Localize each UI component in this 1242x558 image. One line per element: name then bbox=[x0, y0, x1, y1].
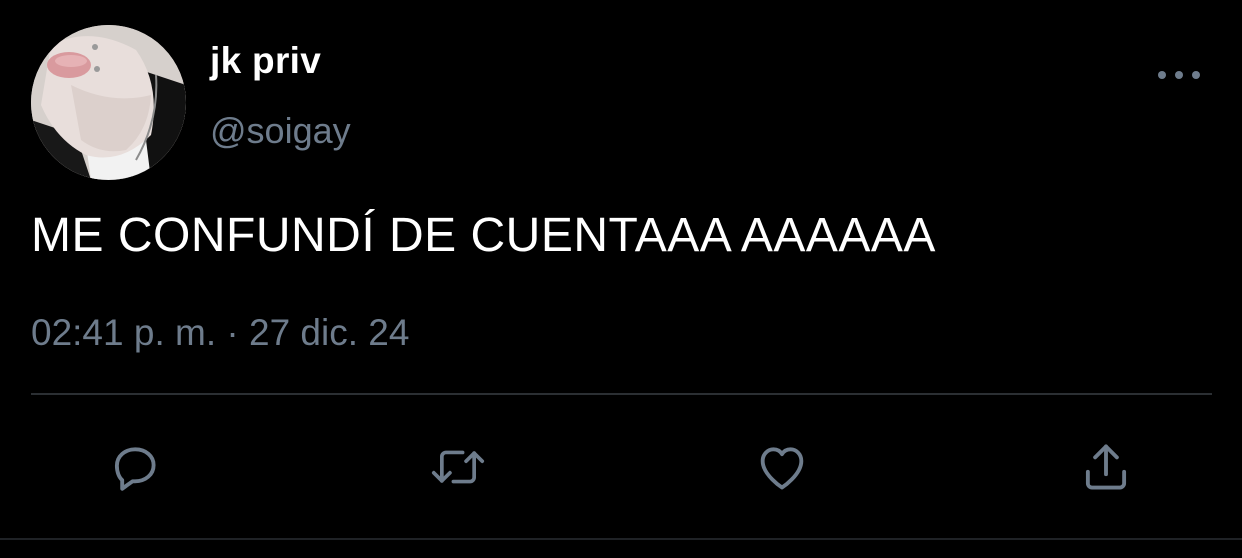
divider bbox=[0, 538, 1242, 540]
like-button[interactable] bbox=[752, 437, 812, 497]
tweet-timestamp[interactable]: 02:41 p. m. · 27 dic. 24 bbox=[31, 312, 409, 354]
retweet-button[interactable] bbox=[428, 437, 488, 497]
reply-icon bbox=[114, 447, 156, 491]
more-dot bbox=[1158, 71, 1166, 79]
reply-button[interactable] bbox=[105, 437, 165, 497]
heart-icon bbox=[760, 447, 804, 490]
share-icon bbox=[1085, 444, 1127, 490]
display-name[interactable]: jk priv bbox=[210, 40, 321, 82]
more-dot bbox=[1175, 71, 1183, 79]
more-icon[interactable] bbox=[1158, 66, 1200, 84]
tweet-card: jk priv @soigay ME CONFUNDÍ DE CUENTAAA … bbox=[0, 0, 1242, 558]
avatar-image bbox=[31, 25, 186, 180]
user-handle[interactable]: @soigay bbox=[210, 110, 351, 152]
avatar[interactable] bbox=[31, 25, 186, 180]
more-dot bbox=[1192, 71, 1200, 79]
retweet-icon bbox=[431, 450, 485, 484]
tweet-text: ME CONFUNDÍ DE CUENTAAA AAAAAA bbox=[31, 209, 936, 262]
divider bbox=[31, 393, 1212, 395]
share-button[interactable] bbox=[1076, 437, 1136, 497]
